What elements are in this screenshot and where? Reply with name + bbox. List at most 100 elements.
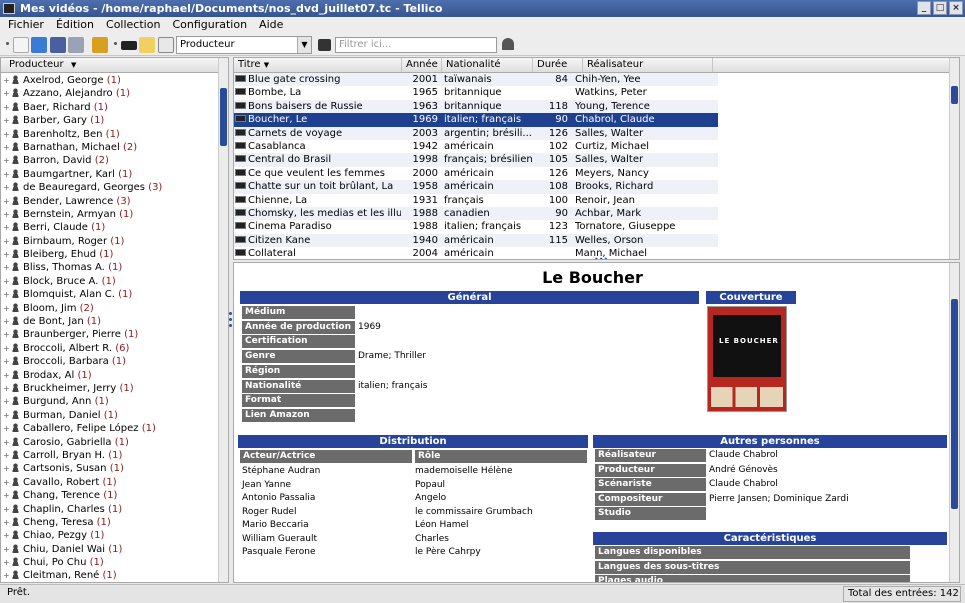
expand-icon[interactable]: + (3, 275, 11, 288)
report-icon[interactable] (158, 37, 174, 53)
app-icon[interactable] (3, 3, 15, 14)
table-row[interactable]: Collateral 2004 américain Mann, Michael (234, 247, 718, 259)
expand-icon[interactable]: + (3, 342, 11, 355)
expand-icon[interactable]: + (3, 128, 11, 141)
tree-item[interactable]: + Cavallo, Robert (1) (1, 476, 219, 489)
tree-item[interactable]: + de Bont, Jan (1) (1, 315, 219, 328)
expand-icon[interactable]: + (3, 328, 11, 341)
tree-item[interactable]: + Barnathan, Michael (2) (1, 141, 219, 154)
tree-item[interactable]: + Burgund, Ann (1) (1, 395, 219, 408)
group-tree[interactable]: Producteur ▼ + Axelrod, George (1) + Azzano… (0, 57, 229, 583)
expand-icon[interactable]: + (3, 195, 11, 208)
tree-item[interactable]: + Barber, Gary (1) (1, 114, 219, 127)
table-row[interactable]: Chomsky, les medias et les illu... 1988 ca… (234, 206, 718, 221)
expand-icon[interactable]: + (3, 315, 11, 328)
group-tree-header[interactable]: Producteur ▼ (1, 58, 228, 73)
table-row[interactable]: Cinema Paradiso 1988 italien; français 123 T… (234, 220, 718, 233)
tree-item[interactable]: + Azzano, Alejandro (1) (1, 87, 219, 100)
expand-icon[interactable]: + (3, 529, 11, 542)
expand-icon[interactable]: + (3, 449, 11, 462)
tree-item[interactable]: + Broccoli, Albert R. (6) (1, 342, 219, 355)
detail-scrollbar[interactable] (949, 263, 959, 582)
detail-scroll-thumb[interactable] (951, 299, 958, 509)
expand-icon[interactable]: + (3, 503, 11, 516)
tree-item[interactable]: + Chui, Po Chu (1) (1, 556, 219, 569)
minimize-button[interactable]: _ (917, 1, 931, 15)
tree-item[interactable]: + Chang, Terence (1) (1, 489, 219, 502)
toolbar-grip[interactable] (6, 42, 9, 45)
expand-icon[interactable]: + (3, 302, 11, 315)
tree-item[interactable]: + Caballero, Felipe López (1) (1, 422, 219, 435)
group-by-combo[interactable]: Producteur ▼ (176, 36, 312, 54)
cover-image[interactable]: LE BOUCHER (707, 306, 787, 412)
tree-item[interactable]: + Berri, Claude (1) (1, 221, 219, 234)
filter-input[interactable]: Filtrer ici... (335, 37, 497, 53)
table-row[interactable]: Carnets de voyage 2003 argentin; brésili..… (234, 126, 718, 140)
chevron-down-icon[interactable]: ▼ (297, 37, 311, 53)
menu-edition[interactable]: Édition (56, 17, 94, 34)
new-document-icon[interactable] (13, 37, 29, 53)
tree-item[interactable]: + Brodax, Al (1) (1, 369, 219, 382)
expand-icon[interactable]: + (3, 382, 11, 395)
table-row[interactable]: Citizen Kane 1940 américain 115 Welles, Orso… (234, 233, 718, 248)
expand-icon[interactable]: + (3, 409, 11, 422)
column-realisateur[interactable]: Réalisateur (583, 58, 713, 72)
save-icon[interactable] (50, 37, 66, 53)
tree-item[interactable]: + Axelrod, George (1) (1, 74, 219, 87)
tree-item[interactable]: + Cartsonis, Susan (1) (1, 462, 219, 475)
expand-icon[interactable]: + (3, 369, 11, 382)
column-titre[interactable]: Titre ▼ (234, 58, 402, 72)
expand-icon[interactable]: + (3, 288, 11, 301)
table-row[interactable]: Blue gate crossing 2001 taïwanais 84 Chih-Ye… (234, 73, 718, 87)
expand-icon[interactable]: + (3, 516, 11, 529)
print-icon[interactable] (68, 37, 84, 53)
expand-icon[interactable]: + (3, 87, 11, 100)
tree-item[interactable]: + Broccoli, Barbara (1) (1, 355, 219, 368)
entry-list-scrollbar[interactable] (949, 58, 959, 259)
expand-icon[interactable]: + (3, 556, 11, 569)
tree-item[interactable]: + Burman, Daniel (1) (1, 409, 219, 422)
expand-icon[interactable]: + (3, 355, 11, 368)
open-folder-icon[interactable] (31, 37, 47, 53)
tree-item[interactable]: + Bernstein, Armyan (1) (1, 208, 219, 221)
expand-icon[interactable]: + (3, 235, 11, 248)
menu-aide[interactable]: Aide (259, 17, 283, 34)
expand-icon[interactable]: + (3, 74, 11, 87)
advanced-filter-icon[interactable] (502, 38, 514, 50)
edit-entry-icon[interactable] (139, 37, 155, 53)
entry-list[interactable]: Titre ▼ Année d Nationalité Durée Réalis… (233, 57, 960, 260)
tree-item[interactable]: + Bloom, Jim (2) (1, 302, 219, 315)
expand-icon[interactable]: + (3, 101, 11, 114)
tree-item[interactable]: + Barenholtz, Ben (1) (1, 128, 219, 141)
tree-item[interactable]: + Bender, Lawrence (3) (1, 195, 219, 208)
expand-icon[interactable]: + (3, 462, 11, 475)
tree-item[interactable]: + Bruckheimer, Jerry (1) (1, 382, 219, 395)
table-row[interactable]: Chienne, La 1931 français 100 Renoir, Jean (234, 194, 718, 207)
expand-icon[interactable]: + (3, 208, 11, 221)
video-collection-icon[interactable] (121, 41, 137, 50)
tree-item[interactable]: + Birnbaum, Roger (1) (1, 235, 219, 248)
menu-configuration[interactable]: Configuration (172, 17, 247, 34)
group-tree-scrollbar[interactable] (218, 58, 228, 582)
expand-icon[interactable]: + (3, 181, 11, 194)
group-tree-scroll-thumb[interactable] (220, 88, 227, 146)
expand-icon[interactable]: + (3, 569, 11, 582)
expand-icon[interactable]: + (3, 436, 11, 449)
tree-item[interactable]: + Bliss, Thomas A. (1) (1, 261, 219, 274)
table-row[interactable]: Central do Brasil 1998 français; brésilien… (234, 153, 718, 167)
expand-icon[interactable]: + (3, 141, 11, 154)
expand-icon[interactable]: + (3, 543, 11, 556)
table-row[interactable]: Bons baisers de Russie 1963 britannique 118… (234, 99, 718, 114)
expand-icon[interactable]: + (3, 489, 11, 502)
tree-item[interactable]: + Braunberger, Pierre (1) (1, 328, 219, 341)
expand-icon[interactable]: + (3, 261, 11, 274)
menu-collection[interactable]: Collection (106, 17, 160, 34)
tree-item[interactable]: + Baumgartner, Karl (1) (1, 168, 219, 181)
tree-item[interactable]: + Bleiberg, Ehud (1) (1, 248, 219, 261)
table-row[interactable]: Bombe, La 1965 britannique Watkins, Peter (234, 86, 718, 99)
tree-item[interactable]: + Carroll, Bryan H. (1) (1, 449, 219, 462)
tree-item[interactable]: + Cleitman, René (1) (1, 569, 219, 582)
tree-item[interactable]: + Chaplin, Charles (1) (1, 503, 219, 516)
expand-icon[interactable]: + (3, 168, 11, 181)
expand-icon[interactable]: + (3, 395, 11, 408)
